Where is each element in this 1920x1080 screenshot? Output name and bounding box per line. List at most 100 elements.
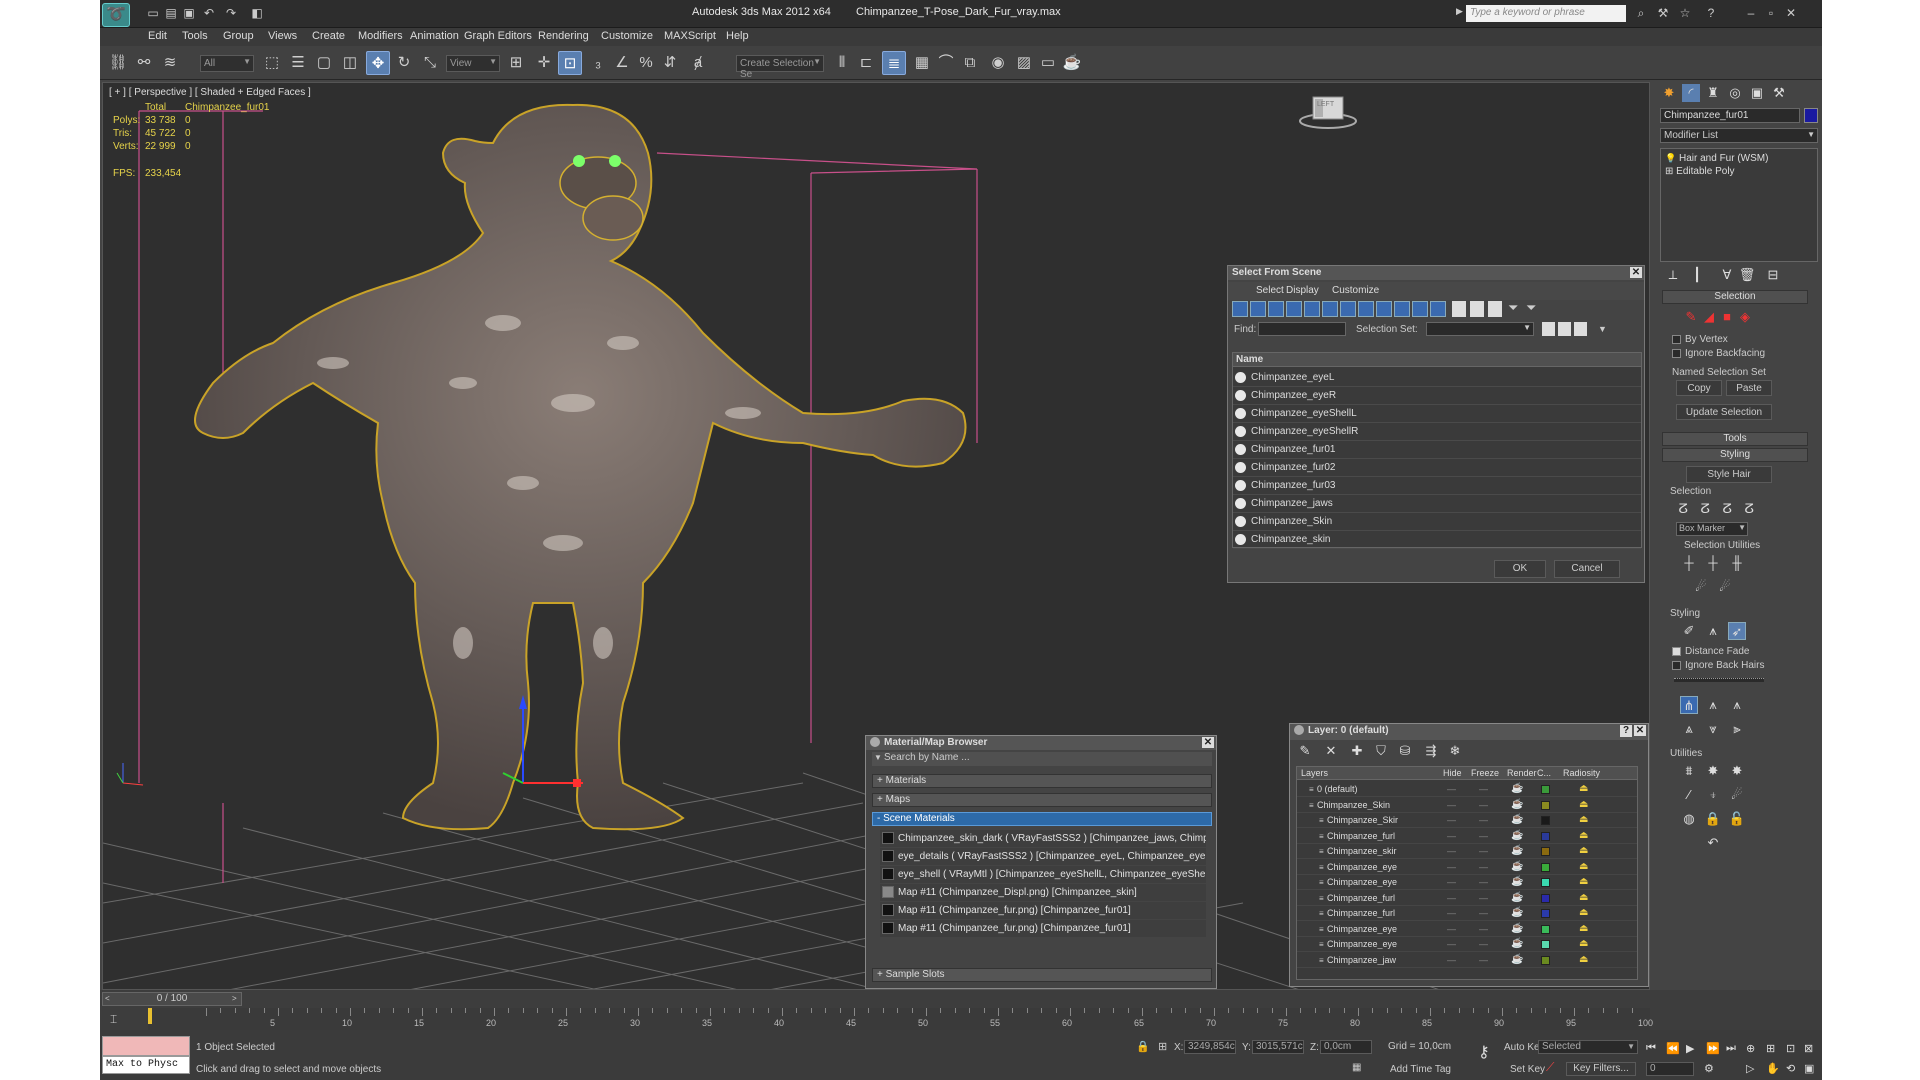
by-vertex-checkbox[interactable]: By Vertex [1672,334,1728,345]
col-render[interactable]: Render [1507,768,1537,778]
rendered-frame-window-icon[interactable]: ▭ [1036,51,1060,75]
menu-modifiers[interactable]: Modifiers [358,30,403,42]
maxscript-mini-listener-white[interactable]: Max to Physc [102,1056,190,1074]
layer-color-swatch[interactable] [1541,847,1550,856]
hair-brush-icon[interactable]: ✐ [1680,622,1698,640]
hide-selected-icon[interactable]: ┼ [1680,554,1698,572]
new-icon[interactable]: ▭ [146,6,160,20]
lock-icon[interactable]: 🔒 [1704,810,1722,828]
freeze-all-icon[interactable]: ❄ [1446,742,1464,760]
star-icon[interactable]: ☆ [1678,6,1692,20]
render-setup-icon[interactable]: ▨ [1012,51,1036,75]
menu-create[interactable]: Create [312,30,345,42]
select-random-icon[interactable]: ☄ [1716,578,1734,596]
add-time-tag-icon[interactable]: ▦ [1352,1062,1361,1073]
selection-lock-icon[interactable]: 🔒 [1136,1040,1150,1053]
render-teapot-icon[interactable]: ☕ [1511,938,1523,949]
curve-editor-icon[interactable]: ⌒ [934,51,958,75]
remove-modifier-icon[interactable]: 🗑 [1738,266,1756,284]
hide-toggle[interactable]: — [1447,955,1456,965]
add-to-layer-icon[interactable]: ✚ [1348,742,1366,760]
freeze-toggle[interactable]: — [1479,877,1488,887]
pop-zero-icon[interactable]: ✸ [1728,762,1746,780]
select-and-manipulate-icon[interactable]: ✛ [532,51,556,75]
translate-hair-icon[interactable]: ⋔ [1680,696,1698,714]
layer-color-swatch[interactable] [1541,831,1550,841]
hide-toggle[interactable]: — [1447,784,1456,794]
display-lights-icon[interactable] [1268,301,1284,317]
hide-toggle[interactable]: — [1447,877,1456,887]
search-icon[interactable]: ⌕ [1634,6,1648,20]
sfs-find-input[interactable] [1258,322,1346,336]
field-of-view-icon[interactable]: ▷ [1746,1062,1754,1075]
app-logo-icon[interactable]: ➰ [102,3,130,27]
stack-item-hair-and-fur[interactable]: 💡 Hair and Fur (WSM) [1665,153,1768,164]
undo-icon[interactable]: ↶ [202,6,216,20]
display-spacewarps-icon[interactable] [1322,301,1338,317]
freeze-toggle[interactable]: — [1479,955,1488,965]
col-freeze[interactable]: Freeze [1471,768,1499,778]
utilities-tab-icon[interactable]: ⚒ [1770,84,1788,102]
layer-row[interactable]: ≡ Chimpanzee_eye — — ☕ ⏏ [1297,937,1637,952]
schematic-view-icon[interactable]: ⧉ [958,51,982,75]
grow-selection-icon[interactable]: ╫ [1728,554,1746,572]
layer-color-swatch[interactable] [1541,862,1550,872]
ignore-backfacing-checkbox[interactable]: Ignore Backfacing [1672,348,1765,359]
z-coordinate-field[interactable]: 0,0cm [1320,1040,1372,1054]
sfs-list-item[interactable]: Chimpanzee_fur02 [1233,459,1641,477]
hide-toggle[interactable]: — [1447,939,1456,949]
orbit-icon[interactable]: ⟲ [1786,1062,1795,1075]
mb-section-sample-slots[interactable]: + Sample Slots [872,968,1212,982]
filter-icon[interactable]: ⏷ [1508,300,1518,316]
bind-spacewarp-icon[interactable]: ≋ [158,51,182,75]
material-list-item[interactable]: Map #11 (Chimpanzee_fur.png) [Chimpanzee… [880,902,1206,919]
menu-customize[interactable]: Customize [601,30,653,42]
rotate-hair-icon[interactable]: ⩔ [1704,720,1722,738]
time-config-icon[interactable]: ⚙ [1704,1062,1714,1075]
keyword-search-input[interactable]: Type a keyword or phrase [1466,5,1626,22]
modify-tab-icon[interactable]: ◜ [1682,84,1700,102]
material-browser-search[interactable]: ▼ Search by Name ... [872,752,1212,766]
hair-select-element-icon[interactable]: ◈ [1736,308,1754,326]
select-from-scene-titlebar[interactable]: Select From Scene ✕ [1228,266,1644,280]
close-icon[interactable]: ✕ [1630,267,1642,278]
hide-toggle[interactable]: — [1447,908,1456,918]
render-teapot-icon[interactable]: ☕ [1511,861,1523,872]
toggle-hair-icon[interactable]: ◍ [1680,810,1698,828]
set-key-mode-icon[interactable]: ⚷ [1478,1042,1490,1062]
display-cameras-icon[interactable] [1286,301,1302,317]
attenuate-icon[interactable]: ⩩ [1680,762,1698,780]
goto-end-icon[interactable]: ⏭ [1726,1042,1736,1055]
modifier-list-dropdown[interactable]: Modifier List ▼ [1660,128,1818,143]
hair-select-vertex-icon[interactable]: ■ [1718,308,1736,326]
current-frame-field[interactable]: 0 [1646,1062,1694,1076]
render-teapot-icon[interactable]: ☕ [1511,799,1523,810]
freeze-toggle[interactable]: — [1479,862,1488,872]
hair-cut-icon[interactable]: ⩚ [1704,622,1722,640]
freeze-toggle[interactable]: — [1479,924,1488,934]
material-list-item[interactable]: eye_details ( VRayFastSSS2 ) [Chimpanzee… [880,848,1206,865]
display-xrefs-icon[interactable] [1358,301,1374,317]
pivot-center-icon[interactable]: ⊞ [504,51,528,75]
display-groups-icon[interactable] [1340,301,1356,317]
pin-stack-icon[interactable]: ⟂ [1664,266,1682,284]
time-slider-next-icon[interactable]: > [232,994,237,1003]
select-hair-invert-icon[interactable]: ⵒ [1740,500,1758,518]
menu-edit[interactable]: Edit [148,30,167,42]
render-teapot-icon[interactable]: ☕ [1511,954,1523,965]
select-and-rotate-icon[interactable]: ↻ [392,51,416,75]
display-all-icon[interactable] [1452,301,1466,317]
close-icon[interactable]: ✕ [1202,737,1214,748]
col-radiosity[interactable]: Radiosity [1563,768,1600,778]
sfs-selset-dropdown[interactable]: ▼ [1426,322,1534,336]
selection-rollout-header[interactable]: Selection [1662,290,1808,304]
freeze-toggle[interactable]: — [1479,815,1488,825]
minimize-icon[interactable]: – [1744,6,1758,20]
sfs-menu-select[interactable]: Select [1256,285,1284,296]
layer-color-swatch[interactable] [1541,924,1550,934]
open-icon[interactable]: ▤ [164,6,178,20]
col-hide[interactable]: Hide [1443,768,1462,778]
edit-named-selection-icon[interactable]: ⱥ [686,51,710,75]
paste-button[interactable]: Paste [1726,380,1772,396]
graphite-ribbon-icon[interactable]: ▦ [910,51,934,75]
